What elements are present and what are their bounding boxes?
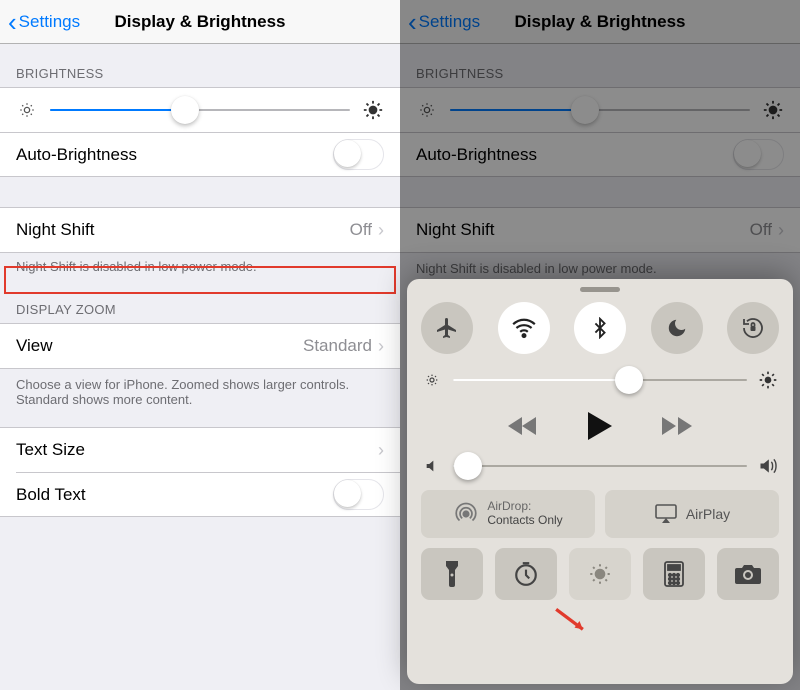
display-zoom-header: DISPLAY ZOOM <box>0 280 400 323</box>
airplane-toggle[interactable] <box>421 302 473 354</box>
night-shift-footnote: Night Shift is disabled in low power mod… <box>0 253 400 280</box>
brightness-high-icon <box>362 99 384 121</box>
annotation-arrow-icon <box>552 606 592 636</box>
media-play-button[interactable] <box>588 412 612 440</box>
airdrop-button[interactable]: AirDrop: Contacts Only <box>421 490 595 538</box>
back-label: Settings <box>19 12 80 32</box>
chevron-right-icon: › <box>378 440 384 461</box>
control-center: AirDrop: Contacts Only AirPlay <box>407 279 793 684</box>
nightshift-button[interactable] <box>569 548 631 600</box>
calculator-button[interactable] <box>643 548 705 600</box>
settings-pane-left: ‹ Settings Display & Brightness BRIGHTNE… <box>0 0 400 690</box>
bluetooth-toggle[interactable] <box>574 302 626 354</box>
auto-brightness-row: Auto-Brightness <box>0 132 400 176</box>
text-size-label: Text Size <box>16 440 378 460</box>
chevron-right-icon: › <box>378 220 384 241</box>
bold-text-toggle[interactable] <box>333 479 384 510</box>
camera-button[interactable] <box>717 548 779 600</box>
auto-brightness-label: Auto-Brightness <box>16 145 333 165</box>
brightness-low-icon <box>16 101 38 119</box>
night-shift-label: Night Shift <box>16 220 350 240</box>
bold-text-label: Bold Text <box>16 485 333 505</box>
night-shift-value: Off <box>350 220 372 240</box>
airdrop-icon <box>453 501 479 527</box>
bold-text-row: Bold Text <box>16 472 400 516</box>
airdrop-title: AirDrop: <box>487 500 562 514</box>
airplay-icon <box>654 503 678 525</box>
brightness-header: BRIGHTNESS <box>0 44 400 87</box>
view-value: Standard <box>303 336 372 356</box>
settings-pane-right: ‹ Settings Display & Brightness BRIGHTNE… <box>400 0 800 690</box>
chevron-right-icon: › <box>378 336 384 357</box>
grabber-icon[interactable] <box>580 287 620 292</box>
view-row[interactable]: View Standard › <box>0 324 400 368</box>
cc-volume-slider[interactable] <box>421 456 779 476</box>
wifi-toggle[interactable] <box>498 302 550 354</box>
timer-button[interactable] <box>495 548 557 600</box>
nav-bar: ‹ Settings Display & Brightness <box>0 0 400 44</box>
flashlight-button[interactable] <box>421 548 483 600</box>
auto-brightness-toggle[interactable] <box>333 139 384 170</box>
display-zoom-footnote: Choose a view for iPhone. Zoomed shows l… <box>0 369 400 427</box>
airdrop-value: Contacts Only <box>487 514 562 528</box>
back-button[interactable]: ‹ Settings <box>6 9 80 35</box>
volume-high-icon <box>757 456 779 476</box>
brightness-slider[interactable] <box>0 88 400 132</box>
media-controls <box>421 412 779 440</box>
chevron-left-icon: ‹ <box>8 9 17 35</box>
volume-low-icon <box>421 458 443 474</box>
text-size-row[interactable]: Text Size › <box>0 428 400 472</box>
night-shift-row[interactable]: Night Shift Off › <box>0 208 400 252</box>
rotation-lock-toggle[interactable] <box>727 302 779 354</box>
cc-brightness-slider[interactable] <box>421 370 779 390</box>
brightness-high-icon <box>757 370 779 390</box>
airplay-label: AirPlay <box>686 506 730 522</box>
airplay-button[interactable]: AirPlay <box>605 490 779 538</box>
brightness-low-icon <box>421 372 443 388</box>
view-label: View <box>16 336 303 356</box>
media-prev-button[interactable] <box>508 415 538 437</box>
media-next-button[interactable] <box>662 415 692 437</box>
dnd-toggle[interactable] <box>651 302 703 354</box>
